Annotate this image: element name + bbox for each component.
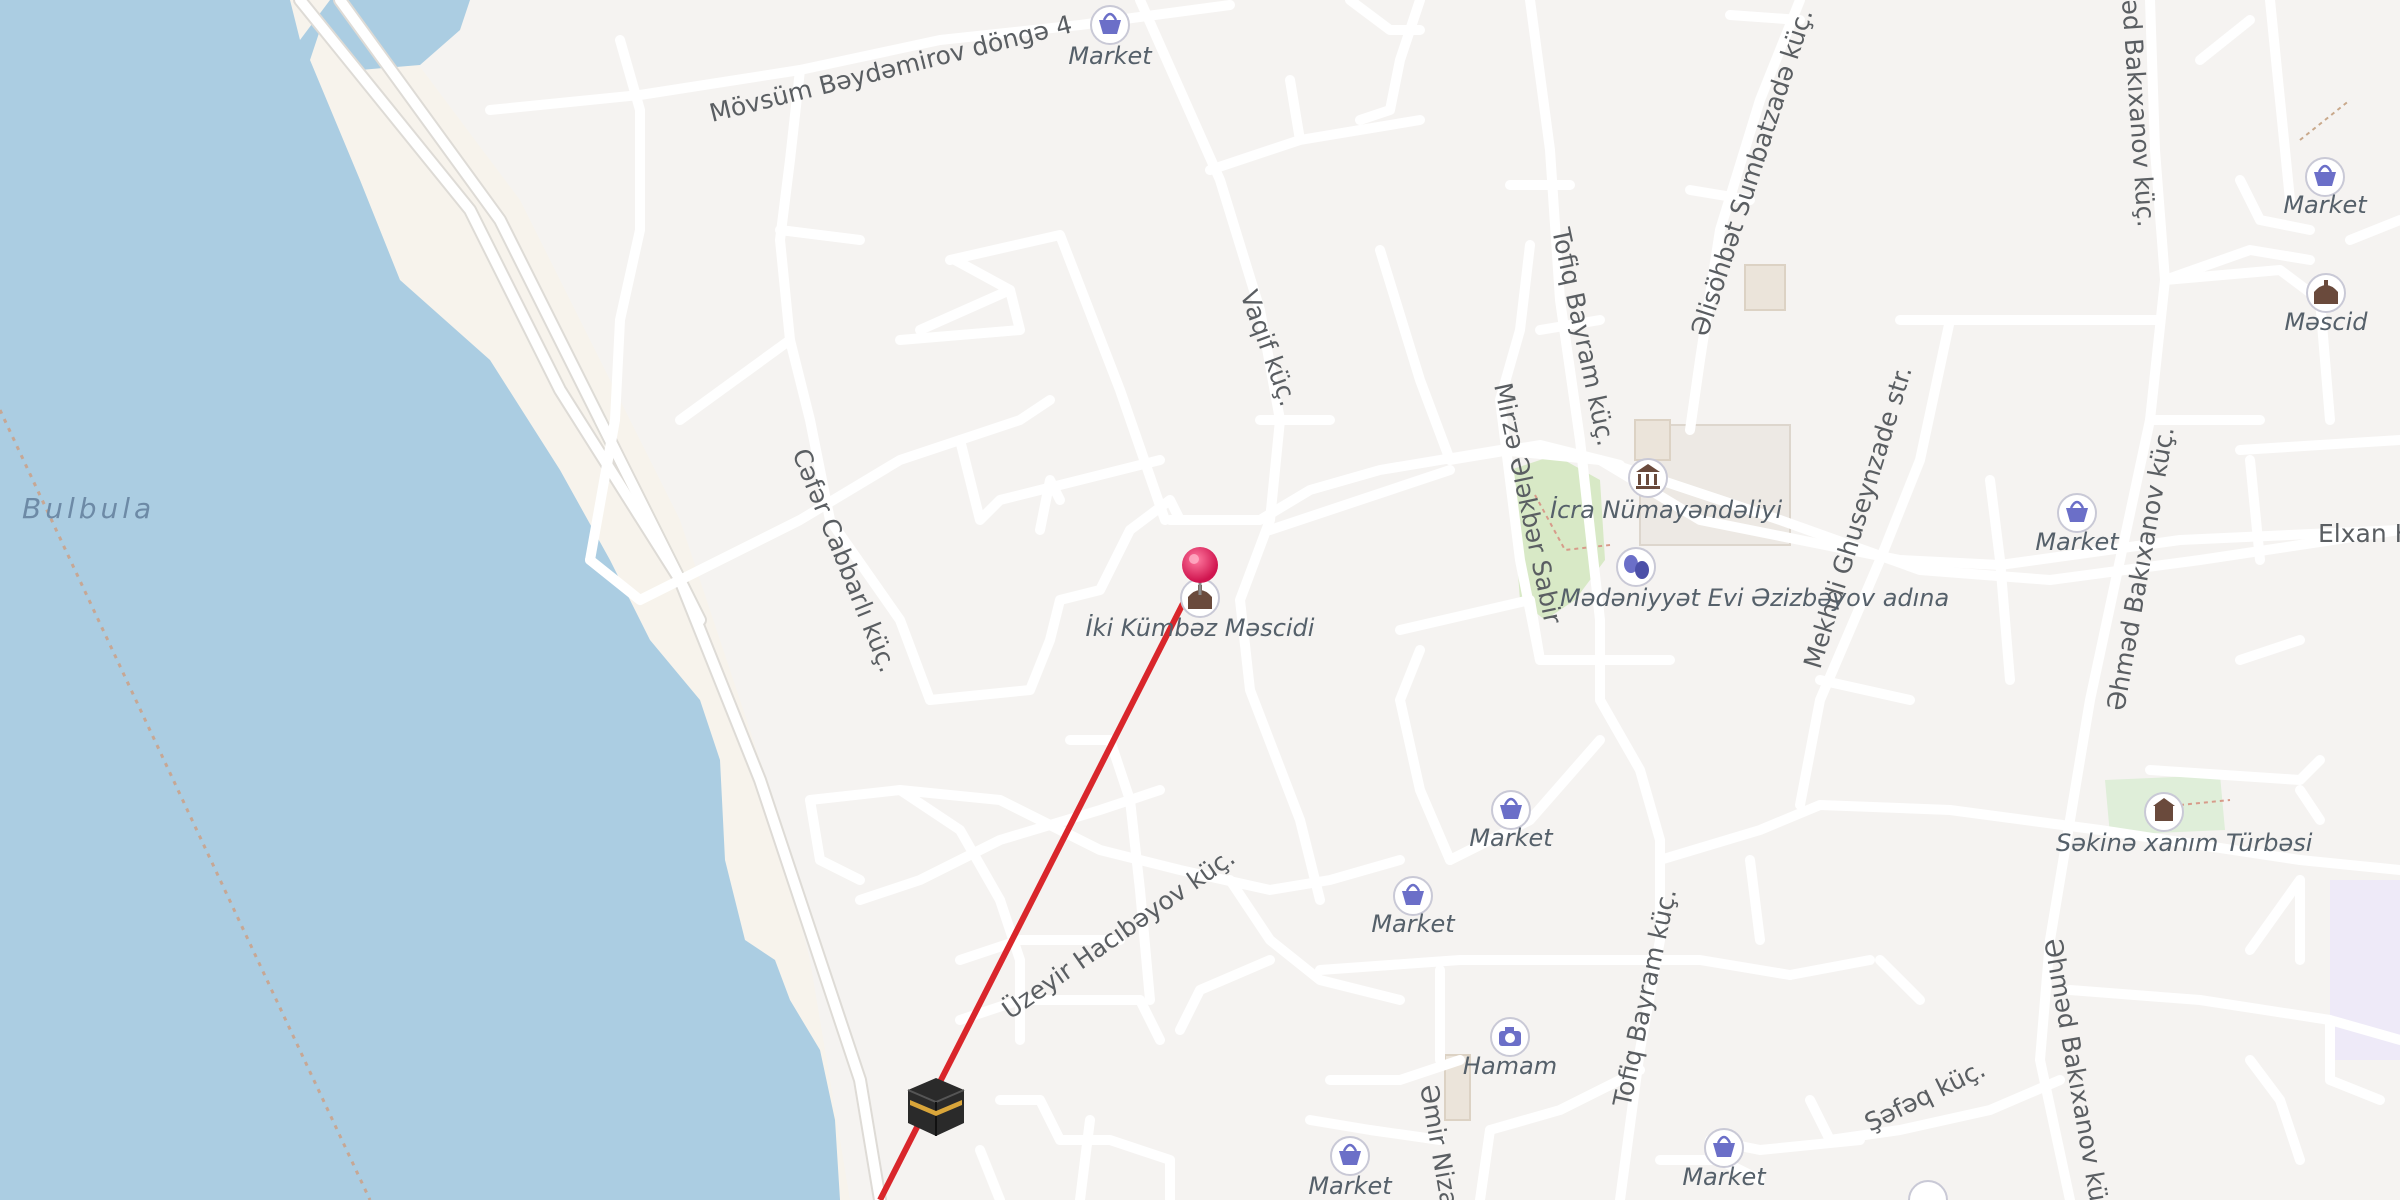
poi-label: Market — [1371, 910, 1456, 938]
street-label: Elxan H — [2318, 519, 2400, 548]
poi-label: Mədəniyyət Evi Əzizbəyov adına — [1560, 584, 1949, 612]
water-label: Bulbula — [22, 492, 155, 525]
poi-label: Market — [2035, 528, 2120, 556]
poi-label: Market — [1469, 824, 1554, 852]
poi-label: Məscid — [2284, 308, 2368, 336]
map-canvas[interactable]: Bulbula Mövsüm Bəydəmirov döngə 4 Vaqif … — [0, 0, 2400, 1200]
poi-label: Hamam — [1463, 1052, 1557, 1080]
poi-label: İki Kümbəz Məscidi — [1086, 613, 1315, 642]
poi-label: Market — [1308, 1172, 1393, 1200]
building — [1634, 419, 1671, 461]
poi-label: Market — [2283, 191, 2368, 219]
building — [1744, 264, 1786, 311]
poi-label: Market — [1682, 1163, 1767, 1191]
poi-label: İcra Nümayəndəliyi — [1550, 495, 1782, 524]
poi-label: Market — [1068, 42, 1153, 70]
poi-label: Səkinə xanım Türbəsi — [2056, 829, 2313, 857]
